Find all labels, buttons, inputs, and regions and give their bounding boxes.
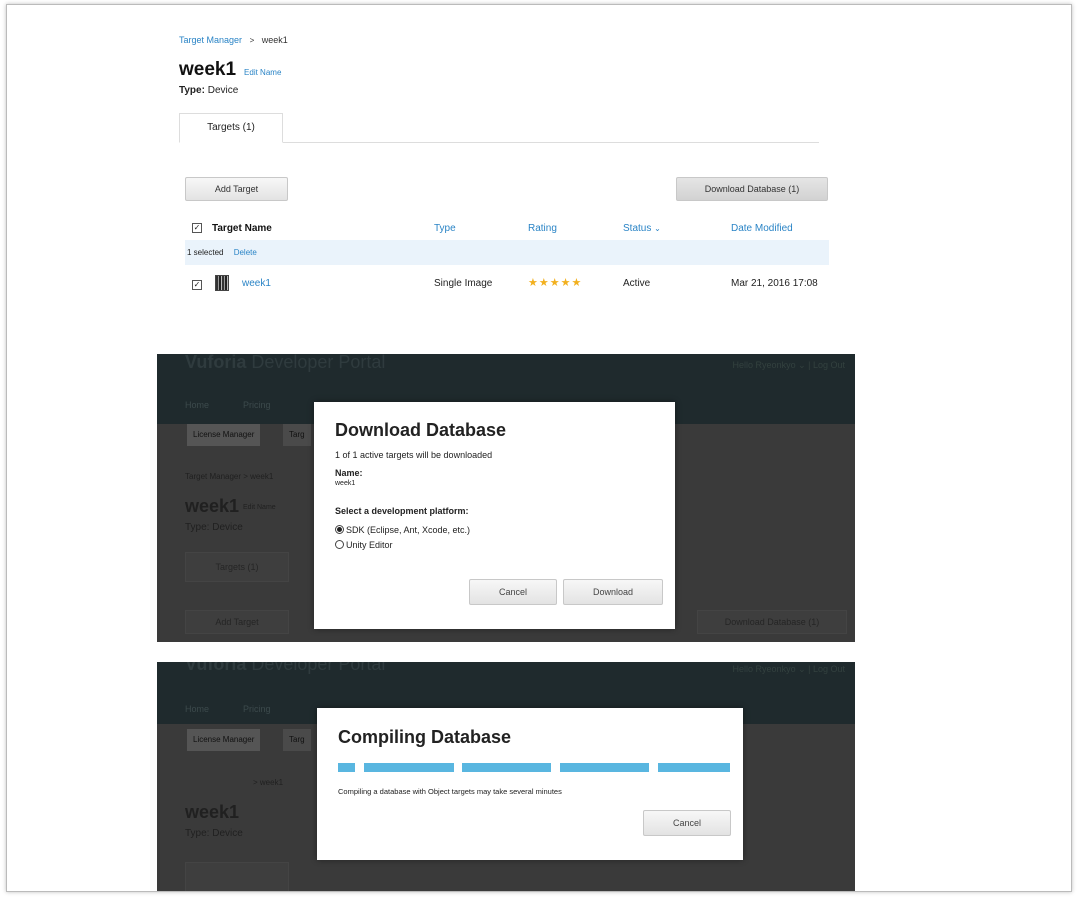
bg-breadcrumb: Target Manager > week1 [185, 472, 274, 481]
selection-bar: 1 selected Delete [185, 240, 829, 265]
type-value: Device [207, 85, 239, 96]
row-checkbox[interactable]: ✓ [192, 280, 202, 290]
progress-bar [338, 763, 730, 772]
database-type: Type: Device [179, 85, 829, 96]
select-all-checkbox[interactable]: ✓ [192, 223, 202, 233]
selected-count: 1 selected [187, 248, 224, 257]
user-menu-2[interactable]: Hello Ryeonkyo ⌄ | Log Out [733, 664, 845, 675]
bg-type: Type: Device [185, 522, 243, 533]
brand-subtitle: Developer Portal [251, 354, 386, 372]
download-database-button[interactable]: Download Database (1) [676, 177, 828, 201]
bg-type-2: Type: Device [185, 828, 243, 839]
status-header-label: Status [623, 223, 652, 234]
column-header-rating[interactable]: Rating [528, 223, 557, 234]
progress-segment [462, 763, 551, 772]
tab-targets[interactable]: Targets (1) [179, 113, 283, 143]
nav-home-2[interactable]: Home [185, 704, 209, 714]
progress-segment [338, 763, 355, 772]
bg-title-2: week1 [185, 802, 240, 822]
compile-cancel-button[interactable]: Cancel [643, 810, 731, 836]
bg-add-target: Add Target [185, 610, 289, 634]
nav-pricing[interactable]: Pricing [243, 400, 271, 410]
screenshot-frame: Target Manager > week1 week1 Edit Name T… [6, 4, 1072, 892]
user-greeting: Hello Ryeonkyo [732, 360, 796, 370]
column-header-date-modified[interactable]: Date Modified [731, 223, 793, 234]
chevron-down-icon: ⌄ [654, 224, 661, 233]
compile-modal-title: Compiling Database [338, 727, 512, 747]
target-status: Active [623, 278, 651, 289]
compiling-database-modal: Compiling Database Compiling a database … [317, 708, 743, 860]
target-manager-panel: Target Manager > week1 week1 Edit Name T… [179, 35, 829, 291]
delete-link[interactable]: Delete [234, 248, 257, 257]
brand-subtitle-2: Developer Portal [251, 662, 386, 674]
radio-unselected-icon[interactable] [335, 540, 344, 549]
portal-brand: Vuforia Developer Portal [185, 354, 385, 373]
column-header-target-name[interactable]: Target Name [212, 223, 272, 234]
bg-title: week1 [185, 496, 240, 516]
tab-target-manager[interactable]: Targ [283, 424, 311, 446]
breadcrumb: Target Manager > week1 [179, 35, 829, 45]
radio-selected-icon[interactable] [335, 525, 344, 534]
column-header-status[interactable]: Status ⌄ [623, 223, 661, 234]
radio-option-unity[interactable]: Unity Editor [335, 540, 393, 550]
bg-breadcrumb-2: > week1 [253, 778, 284, 787]
edit-name-link[interactable]: Edit Name [244, 68, 281, 77]
compiling-dialog-screenshot: Vuforia Developer Portal Hello Ryeonkyo … [157, 662, 855, 891]
progress-segment [658, 763, 730, 772]
nav-pricing-2[interactable]: Pricing [243, 704, 271, 714]
add-target-button[interactable]: Add Target [185, 177, 288, 201]
option-unity-label: Unity Editor [346, 540, 393, 550]
tab-license-manager-2[interactable]: License Manager [187, 729, 261, 751]
download-summary: 1 of 1 active targets will be downloaded [335, 450, 493, 460]
cancel-button[interactable]: Cancel [469, 579, 557, 605]
column-header-type[interactable]: Type [434, 223, 456, 234]
progress-segment [364, 763, 454, 772]
page-title: week1 [179, 59, 237, 80]
tab-bar: Targets (1) [179, 113, 819, 143]
target-name-link[interactable]: week1 [242, 278, 271, 289]
compile-message: Compiling a database with Object targets… [338, 787, 562, 796]
bg-tab-2 [185, 862, 289, 891]
brand-name-2: Vuforia [185, 662, 247, 674]
breadcrumb-separator: > [249, 36, 255, 45]
target-thumbnail-icon [215, 275, 229, 291]
option-sdk-label: SDK (Eclipse, Ant, Xcode, etc.) [346, 525, 471, 535]
brand-name: Vuforia [185, 354, 247, 372]
download-button[interactable]: Download [563, 579, 663, 605]
modal-title: Download Database [335, 420, 507, 440]
target-type: Single Image [434, 278, 493, 289]
download-database-modal: Download Database 1 of 1 active targets … [314, 402, 675, 629]
name-label: Name: [335, 468, 363, 478]
type-label: Type: [179, 85, 205, 96]
nav-home[interactable]: Home [185, 400, 209, 410]
download-dialog-screenshot: Vuforia Developer Portal Hello Ryeonkyo … [157, 354, 855, 642]
user-menu[interactable]: Hello Ryeonkyo ⌄ | Log Out [733, 360, 845, 371]
radio-option-sdk[interactable]: SDK (Eclipse, Ant, Xcode, etc.) [335, 525, 470, 535]
progress-segment [560, 763, 649, 772]
rating-stars-icon: ★★★★★ [528, 277, 583, 289]
logout-link[interactable]: Log Out [813, 360, 845, 370]
breadcrumb-current: week1 [261, 35, 288, 45]
bg-tab-targets: Targets (1) [185, 552, 289, 582]
platform-label: Select a development platform: [335, 506, 469, 516]
target-date-modified: Mar 21, 2016 17:08 [731, 278, 818, 289]
bg-download-database: Download Database (1) [697, 610, 847, 634]
portal-brand-2: Vuforia Developer Portal [185, 662, 385, 675]
name-value: week1 [335, 480, 356, 487]
breadcrumb-target-manager-link[interactable]: Target Manager [179, 35, 242, 45]
tab-target-manager-2[interactable]: Targ [283, 729, 311, 751]
tab-license-manager[interactable]: License Manager [187, 424, 261, 446]
user-greeting-2: Hello Ryeonkyo [732, 664, 796, 674]
logout-link-2[interactable]: Log Out [813, 664, 845, 674]
bg-edit-name: Edit Name [243, 504, 276, 511]
